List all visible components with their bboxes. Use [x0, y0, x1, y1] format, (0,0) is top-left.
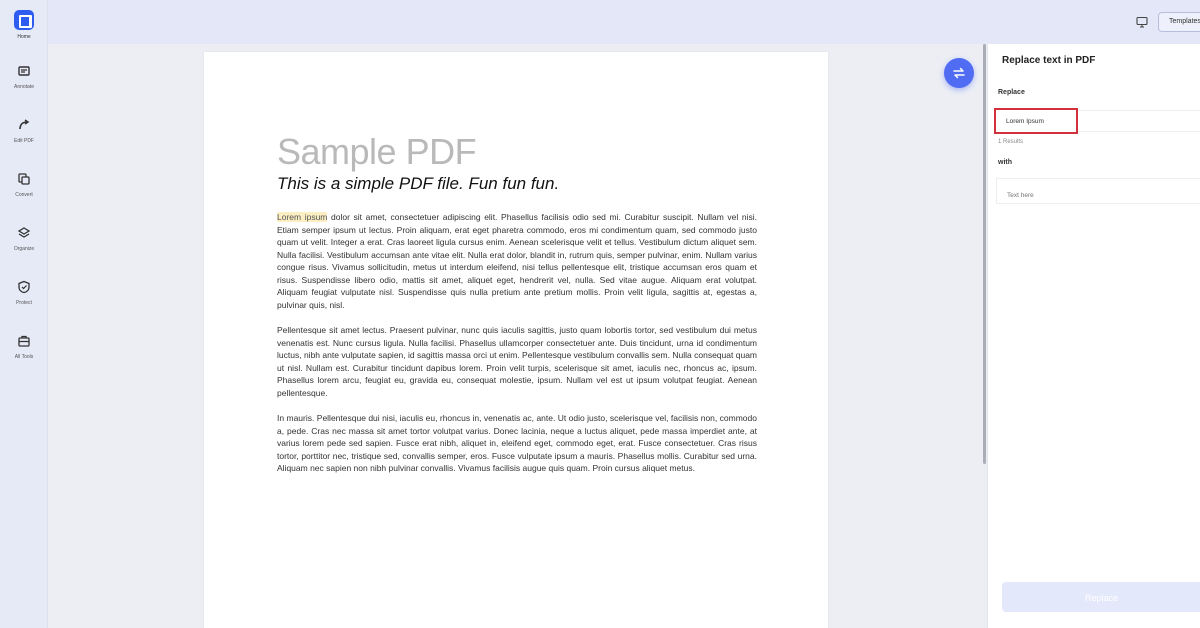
- sidebar-item-label: All Tools: [14, 354, 34, 360]
- paragraph-text: dolor sit amet, consectetuer adipiscing …: [277, 212, 757, 310]
- sidebar-item-edit-pdf[interactable]: Edit PDF: [0, 118, 48, 168]
- paragraph: Lorem ipsum dolor sit amet, consectetuer…: [277, 211, 757, 311]
- sidebar-item-label: Protect: [16, 300, 32, 306]
- sidebar-item-label: Annotate: [13, 84, 35, 90]
- results-count: 1 Results: [998, 139, 1024, 145]
- convert-icon: [18, 173, 30, 185]
- vertical-scrollbar[interactable]: [983, 44, 986, 464]
- paragraph: In mauris. Pellentesque dui nisi, iaculi…: [277, 413, 757, 473]
- find-input-value: Lorem Ipsum: [1006, 118, 1044, 125]
- document-subtitle: This is a simple PDF file. Fun fun fun.: [277, 174, 560, 193]
- search-highlight[interactable]: Lorem ipsum: [277, 212, 328, 222]
- sidebar-item-home-label[interactable]: Home: [0, 34, 48, 40]
- sidebar-item-label: Organize: [13, 246, 35, 252]
- paragraph: Pellentesque sit amet lectus. Praesent p…: [277, 325, 757, 398]
- sidebar-item-annotate[interactable]: Annotate: [0, 64, 48, 114]
- sidebar-item-label: Convert: [15, 192, 33, 198]
- swap-icon: [953, 67, 965, 79]
- find-field-border: [1078, 110, 1200, 132]
- screen-icon[interactable]: [1136, 16, 1148, 28]
- document-canvas[interactable]: Sample PDF This is a simple PDF file. Fu…: [48, 44, 984, 628]
- with-label: with: [998, 159, 1012, 166]
- find-input[interactable]: Lorem Ipsum: [994, 108, 1078, 134]
- sidebar-item-all-tools[interactable]: All Tools: [0, 334, 48, 384]
- organize-icon: [17, 227, 31, 238]
- sidebar-item-protect[interactable]: Protect: [0, 280, 48, 330]
- pdf-page[interactable]: Sample PDF This is a simple PDF file. Fu…: [204, 52, 828, 628]
- sidebar-item-label: Edit PDF: [13, 138, 34, 144]
- templates-button[interactable]: Templates: [1158, 12, 1200, 32]
- replace-button[interactable]: Replace: [1002, 582, 1200, 612]
- page-content: Sample PDF This is a simple PDF file. Fu…: [277, 132, 757, 475]
- app-logo-icon[interactable]: [14, 10, 34, 30]
- document-title: Sample PDF: [277, 131, 477, 172]
- toolbox-icon: [18, 335, 30, 347]
- replace-label: Replace: [998, 89, 1025, 96]
- replace-toggle-button[interactable]: [944, 58, 974, 88]
- edit-icon: [19, 119, 30, 130]
- sidebar-item-convert[interactable]: Convert: [0, 172, 48, 222]
- annotate-icon: [18, 66, 30, 76]
- protect-icon: [18, 280, 30, 294]
- replace-panel: Replace text in PDF Replace Lorem Ipsum …: [987, 44, 1200, 628]
- top-bar: Templates: [48, 0, 1200, 44]
- left-sidebar: Home Annotate Edit PDF Convert Organize …: [0, 0, 48, 628]
- replacement-input[interactable]: [996, 178, 1200, 204]
- sidebar-item-organize[interactable]: Organize: [0, 226, 48, 276]
- panel-title: Replace text in PDF: [1002, 55, 1096, 66]
